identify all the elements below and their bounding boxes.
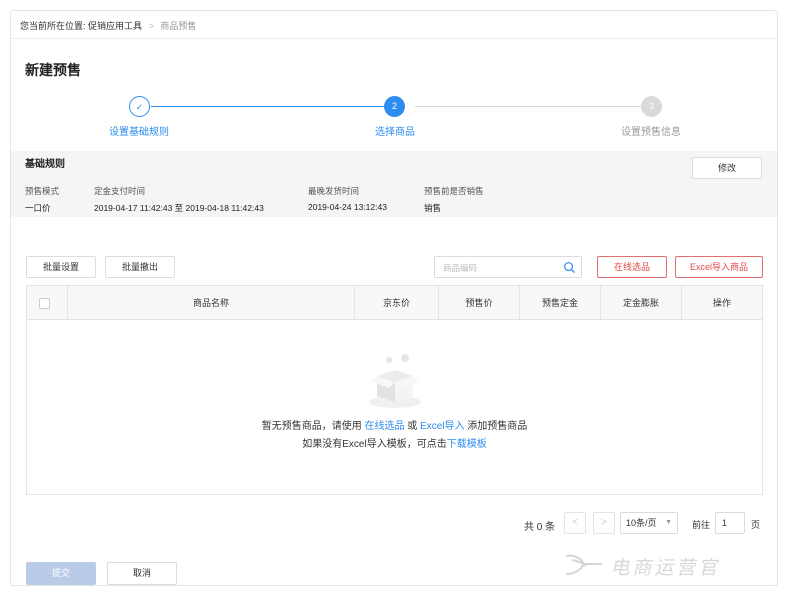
rule-value-presale-mode: 一口价 — [25, 203, 51, 213]
basic-rules-panel: 基础规则 修改 预售模式 一口价 定金支付时间 2019-04-17 11:42… — [11, 151, 777, 217]
col-operation: 操作 — [712, 298, 731, 308]
goto-unit: 页 — [751, 520, 761, 530]
step-connector-todo — [415, 106, 642, 107]
rule-key-deposit-time: 定金支付时间 — [94, 186, 146, 196]
col-deposit-inflation: 定金膨胀 — [601, 286, 682, 320]
template-hint-text: 如果没有Excel导入模板，可点击 — [302, 439, 447, 450]
main-panel: 您当前所在位置: 促销应用工具 > 商品预售 新建预售 ✓ 2 3 设置基础规则… — [10, 10, 778, 586]
step-3-number: 3 — [641, 96, 662, 117]
batch-set-button[interactable]: 批量设置 — [26, 256, 96, 278]
edit-rules-button[interactable]: 修改 — [692, 157, 762, 179]
step-1-label: 设置基础规则 — [109, 127, 169, 138]
divider — [11, 38, 777, 39]
cancel-button[interactable]: 取消 — [107, 562, 177, 585]
col-product-name: 商品名称 — [68, 286, 355, 320]
goto-page-input[interactable]: 1 — [715, 512, 745, 534]
rule-key-presale-selling: 预售前是否销售 — [424, 186, 484, 196]
watermark-text: 电商运营官 — [609, 557, 725, 579]
excel-import-button[interactable]: Excel导入商品 — [675, 256, 763, 278]
submit-button[interactable]: 提交 — [26, 562, 96, 585]
breadcrumb-item-promo-tools[interactable]: 促销应用工具 — [88, 21, 142, 31]
step-1-check-icon: ✓ — [129, 96, 150, 117]
rule-value-deposit-time: 2019-04-17 11:42:43 至 2019-04-18 11:42:4… — [94, 203, 264, 213]
empty-box-icon — [369, 354, 421, 408]
empty-message: 暂无预售商品，请使用 在线选品 或 Excel导入 添加预售商品 — [27, 417, 762, 432]
step-2-number: 2 — [384, 96, 405, 117]
select-all-checkbox[interactable] — [39, 298, 50, 309]
online-select-button[interactable]: 在线选品 — [597, 256, 667, 278]
col-jd-price: 京东价 — [355, 286, 439, 320]
rules-title: 基础规则 — [25, 159, 65, 170]
search-icon[interactable] — [563, 261, 576, 274]
search-input[interactable]: 商品编码 — [443, 262, 477, 274]
excel-import-link[interactable]: Excel导入 — [420, 421, 464, 432]
rule-key-presale-mode: 预售模式 — [25, 186, 60, 196]
batch-cancel-button[interactable]: 批量撤出 — [105, 256, 175, 278]
rule-value-latest-ship: 2019-04-24 13:12:43 — [308, 202, 387, 212]
template-hint: 如果没有Excel导入模板，可点击下载模板 — [27, 435, 762, 450]
empty-text-a: 暂无预售商品，请使用 — [261, 421, 365, 432]
prev-page-button[interactable]: < — [564, 512, 586, 534]
watermark: 电商运营官 — [564, 547, 794, 587]
page-size-select[interactable]: 10条/页 ▼ — [620, 512, 678, 534]
table-header: 商品名称 京东价 预售价 预售定金 定金膨胀 操作 — [27, 286, 762, 320]
goto-label: 前往 — [692, 520, 711, 530]
step-2-label: 选择商品 — [375, 127, 415, 138]
product-table: 商品名称 京东价 预售价 预售定金 定金膨胀 操作 暂无预售商品，请使用 在线选… — [26, 285, 763, 495]
breadcrumb: 您当前所在位置: 促销应用工具 > 商品预售 — [20, 19, 196, 32]
breadcrumb-prefix: 您当前所在位置: — [20, 21, 86, 31]
online-select-link[interactable]: 在线选品 — [364, 421, 404, 432]
empty-text-c: 添加预售商品 — [464, 421, 528, 432]
col-deposit: 预售定金 — [520, 286, 601, 320]
pager-total: 共 0 条 — [524, 522, 556, 533]
page-title: 新建预售 — [25, 62, 81, 78]
breadcrumb-separator: > — [148, 21, 154, 31]
step-connector-done — [151, 106, 395, 107]
next-page-button[interactable]: > — [593, 512, 615, 534]
select-all-cell — [27, 286, 68, 320]
rule-value-presale-selling: 销售 — [424, 203, 442, 213]
rule-key-latest-ship: 最晚发货时间 — [308, 186, 360, 196]
col-presale-price: 预售价 — [439, 286, 520, 320]
step-3-label: 设置预售信息 — [621, 127, 681, 138]
download-template-link[interactable]: 下载模板 — [447, 439, 487, 450]
page-size-value: 10条/页 — [626, 518, 657, 528]
step-indicator: ✓ 2 3 设置基础规则 选择商品 设置预售信息 — [11, 95, 777, 138]
empty-text-b: 或 — [404, 421, 421, 432]
breadcrumb-current: 商品预售 — [160, 21, 197, 31]
chevron-down-icon: ▼ — [665, 519, 672, 526]
product-code-search[interactable]: 商品编码 — [434, 256, 582, 278]
